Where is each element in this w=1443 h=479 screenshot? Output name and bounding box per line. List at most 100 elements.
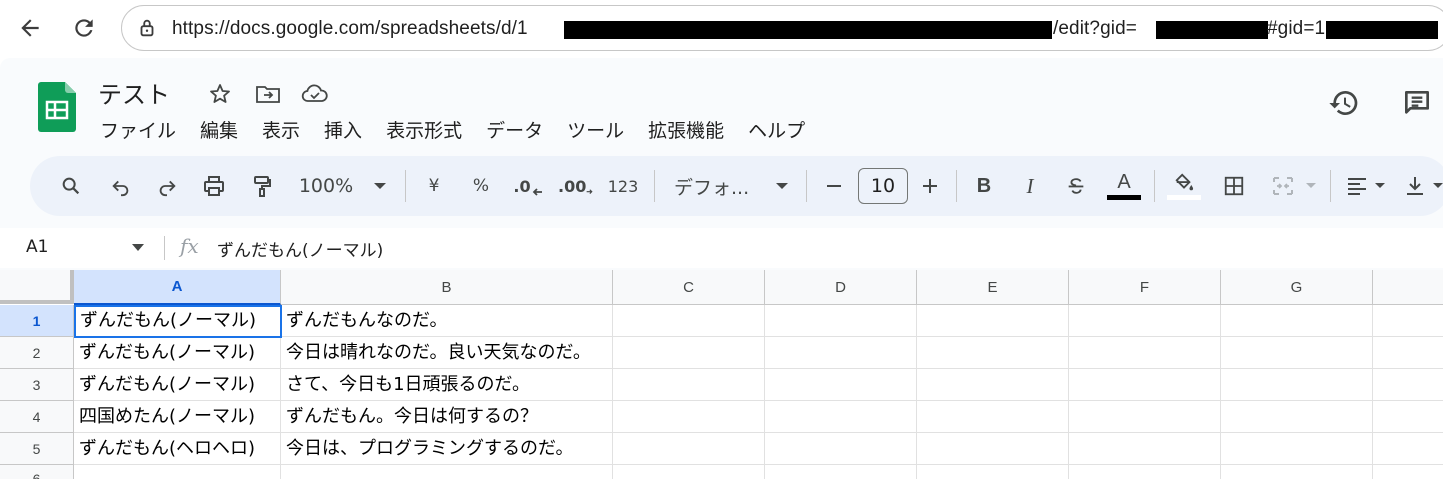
column-header-f[interactable]: F: [1069, 270, 1221, 305]
move-folder-icon[interactable]: [254, 80, 282, 108]
cell-h3[interactable]: [1373, 369, 1443, 401]
horizontal-align-icon[interactable]: [1342, 170, 1372, 202]
comments-icon[interactable]: [1400, 86, 1434, 120]
cell-c6[interactable]: [613, 465, 765, 479]
cell-c4[interactable]: [613, 401, 765, 433]
zoom-select[interactable]: 100%: [296, 170, 356, 202]
cell-e1[interactable]: [917, 305, 1069, 337]
cell-e5[interactable]: [917, 433, 1069, 465]
document-title[interactable]: テスト: [98, 75, 170, 110]
row-header-3[interactable]: 3: [0, 369, 74, 401]
reload-icon[interactable]: [66, 10, 102, 46]
cell-d2[interactable]: [765, 337, 917, 369]
cell-f1[interactable]: [1069, 305, 1221, 337]
cell-c2[interactable]: [613, 337, 765, 369]
currency-format-button[interactable]: ¥: [420, 170, 448, 202]
menu-format[interactable]: 表示形式: [386, 116, 462, 143]
menu-edit[interactable]: 編集: [200, 116, 238, 143]
cell-a3[interactable]: ずんだもん(ノーマル): [74, 369, 281, 401]
cell-f4[interactable]: [1069, 401, 1221, 433]
cell-d3[interactable]: [765, 369, 917, 401]
cloud-saved-icon[interactable]: [301, 80, 329, 108]
cell-h4[interactable]: [1373, 401, 1443, 433]
vertical-align-icon[interactable]: [1402, 170, 1428, 202]
borders-icon[interactable]: [1220, 170, 1248, 202]
column-header-h[interactable]: [1373, 270, 1443, 305]
cell-a5[interactable]: ずんだもん(ヘロヘロ): [74, 433, 281, 465]
align-dropdown-icon[interactable]: [1372, 170, 1388, 202]
menu-tools[interactable]: ツール: [567, 116, 624, 143]
italic-button[interactable]: I: [1016, 170, 1044, 202]
cell-e4[interactable]: [917, 401, 1069, 433]
more-formats-button[interactable]: 123: [606, 170, 640, 202]
strikethrough-icon[interactable]: [1062, 170, 1090, 202]
increase-decimal-button[interactable]: .00: [558, 170, 594, 202]
merge-cells-icon[interactable]: [1268, 170, 1298, 202]
name-box-dropdown-icon[interactable]: [132, 244, 144, 251]
site-info-icon[interactable]: [136, 17, 158, 43]
decrease-font-size-icon[interactable]: [822, 170, 846, 202]
cell-g6[interactable]: [1221, 465, 1373, 479]
star-icon[interactable]: [206, 80, 234, 108]
paint-format-icon[interactable]: [246, 170, 278, 202]
bold-button[interactable]: B: [970, 170, 998, 202]
cell-b2[interactable]: 今日は晴れなのだ。良い天気なのだ。: [281, 337, 613, 369]
cell-f2[interactable]: [1069, 337, 1221, 369]
cell-h5[interactable]: [1373, 433, 1443, 465]
row-header-4[interactable]: 4: [0, 401, 74, 433]
menu-insert[interactable]: 挿入: [324, 116, 362, 143]
cell-f6[interactable]: [1069, 465, 1221, 479]
cell-b4[interactable]: ずんだもん。今日は何するの？: [281, 401, 613, 433]
cell-d4[interactable]: [765, 401, 917, 433]
text-color-button[interactable]: A: [1106, 170, 1142, 202]
font-family-select[interactable]: デフォ...: [674, 170, 764, 202]
cell-g5[interactable]: [1221, 433, 1373, 465]
redo-icon[interactable]: [152, 170, 182, 202]
menu-extensions[interactable]: 拡張機能: [648, 116, 724, 143]
column-header-d[interactable]: D: [765, 270, 917, 305]
valign-dropdown-icon[interactable]: [1430, 170, 1443, 202]
cell-c1[interactable]: [613, 305, 765, 337]
column-header-g[interactable]: G: [1221, 270, 1373, 305]
column-header-a[interactable]: A: [74, 270, 281, 305]
cell-b1[interactable]: ずんだもんなのだ。: [281, 305, 613, 337]
column-header-b[interactable]: B: [281, 270, 613, 305]
cell-d1[interactable]: [765, 305, 917, 337]
undo-icon[interactable]: [106, 170, 136, 202]
menu-data[interactable]: データ: [486, 116, 543, 143]
fill-color-button[interactable]: [1166, 170, 1202, 202]
sheets-logo-icon[interactable]: [38, 82, 76, 132]
cell-e3[interactable]: [917, 369, 1069, 401]
row-header-1[interactable]: 1: [0, 305, 74, 337]
address-bar[interactable]: https://docs.google.com/spreadsheets/d/1…: [121, 5, 1443, 51]
cell-g3[interactable]: [1221, 369, 1373, 401]
cell-a2[interactable]: ずんだもん(ノーマル): [74, 337, 281, 369]
version-history-icon[interactable]: [1327, 86, 1361, 120]
cell-h2[interactable]: [1373, 337, 1443, 369]
percent-format-button[interactable]: %: [467, 170, 495, 202]
cell-g2[interactable]: [1221, 337, 1373, 369]
search-menus-icon[interactable]: [56, 170, 86, 202]
cell-b3[interactable]: さて、今日も1日頑張るのだ。: [281, 369, 613, 401]
cell-a1[interactable]: ずんだもん(ノーマル): [74, 305, 282, 338]
font-dropdown-icon[interactable]: [772, 170, 792, 202]
cell-e2[interactable]: [917, 337, 1069, 369]
cell-d5[interactable]: [765, 433, 917, 465]
cell-f5[interactable]: [1069, 433, 1221, 465]
cell-e6[interactable]: [917, 465, 1069, 479]
cell-h1[interactable]: [1373, 305, 1443, 337]
merge-dropdown-icon[interactable]: [1302, 170, 1320, 202]
font-size-input[interactable]: 10: [858, 168, 908, 204]
cell-c3[interactable]: [613, 369, 765, 401]
cell-g1[interactable]: [1221, 305, 1373, 337]
formula-input[interactable]: ずんだもん(ノーマル): [217, 236, 383, 261]
decrease-decimal-button[interactable]: .0: [512, 170, 544, 202]
print-icon[interactable]: [198, 170, 230, 202]
cell-d6[interactable]: [765, 465, 917, 479]
cell-c5[interactable]: [613, 433, 765, 465]
cell-a6[interactable]: [74, 465, 281, 479]
menu-file[interactable]: ファイル: [100, 116, 176, 143]
cell-b6[interactable]: [281, 465, 613, 479]
row-header-5[interactable]: 5: [0, 433, 74, 465]
row-header-6[interactable]: 6: [0, 465, 74, 479]
